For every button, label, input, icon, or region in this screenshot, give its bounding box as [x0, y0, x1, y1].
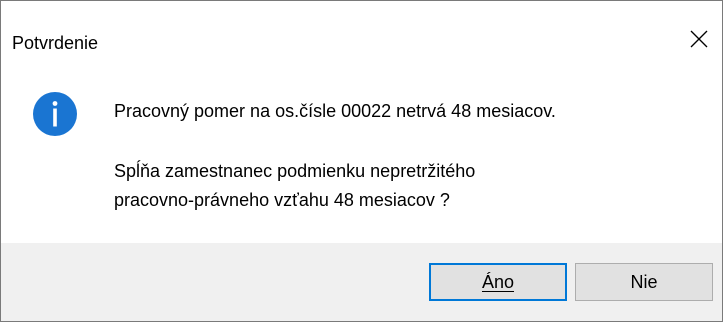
yes-button-label: Áno	[481, 272, 515, 292]
window-title: Potvrdenie	[12, 33, 99, 53]
message-line: Spĺňa zamestnanec podmienku nepretržitéh…	[114, 161, 476, 181]
information-icon	[33, 92, 77, 136]
yes-button[interactable]: Áno	[429, 263, 567, 301]
confirmation-dialog: Potvrdenie Pracovný pomer na os.čísle 00…	[0, 0, 723, 322]
message-line: Pracovný pomer na os.čísle 00022 netrvá …	[114, 101, 556, 121]
message-text-primary: Pracovný pomer na os.čísle 00022 netrvá …	[114, 97, 556, 126]
button-bar: Áno Nie	[1, 243, 722, 321]
close-button[interactable]	[676, 19, 722, 59]
no-button-label: Nie	[630, 272, 658, 292]
no-button[interactable]: Nie	[575, 263, 713, 301]
message-text-question: Spĺňa zamestnanec podmienku nepretržitéh…	[114, 157, 475, 215]
close-icon	[690, 30, 708, 48]
message-line: pracovno-právneho vzťahu 48 mesiacov ?	[114, 190, 450, 210]
title-bar[interactable]: Potvrdenie	[1, 1, 722, 59]
dialog-content: Pracovný pomer na os.čísle 00022 netrvá …	[1, 59, 722, 243]
